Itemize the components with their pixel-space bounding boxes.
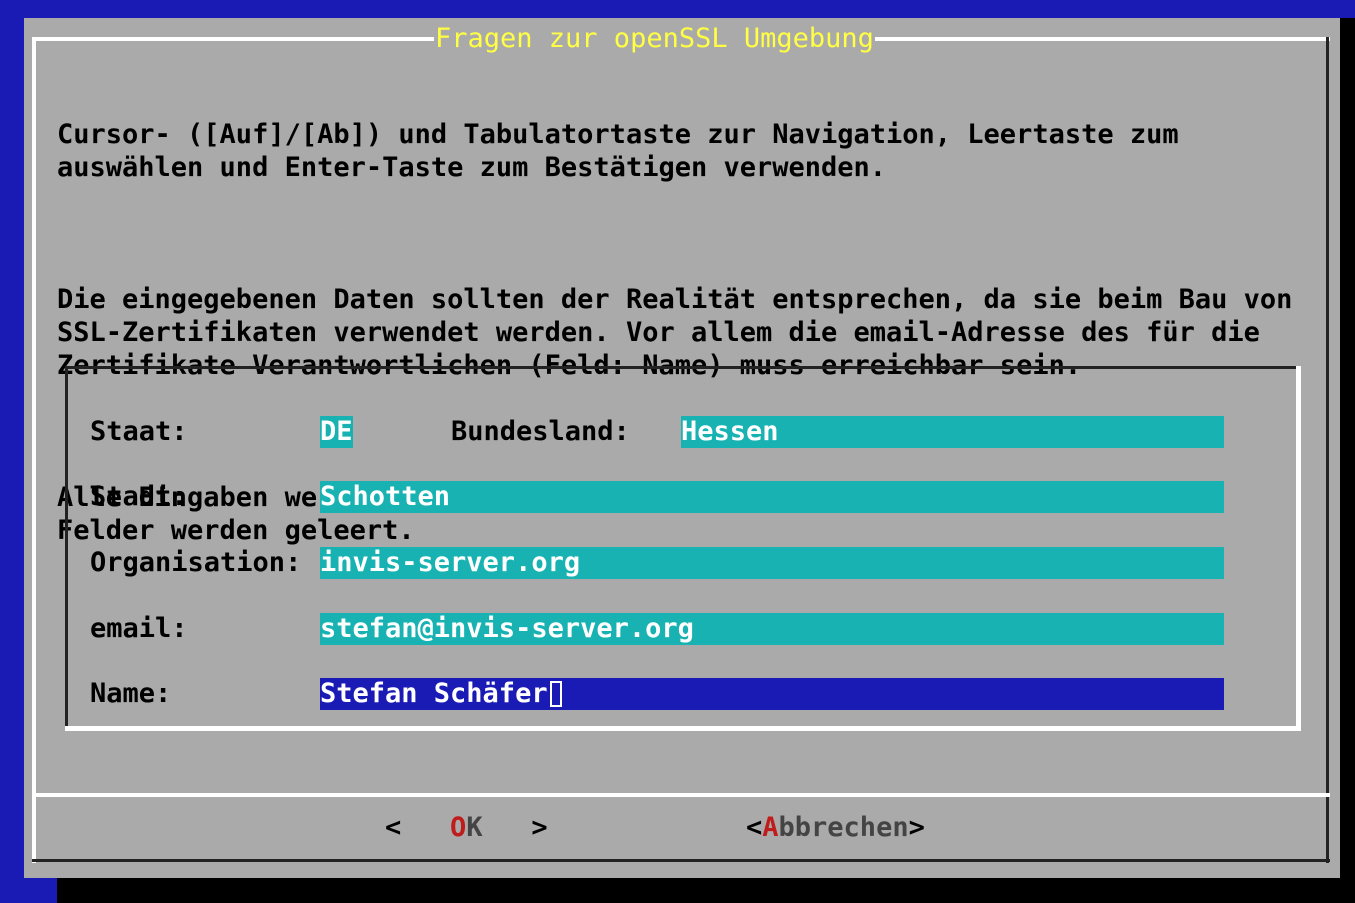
name-label: Name: <box>90 678 172 709</box>
name-input[interactable]: Stefan Schäfer <box>320 678 1224 710</box>
bundesland-input[interactable]: Hessen <box>681 416 1224 448</box>
form-box-border-top <box>65 366 1301 369</box>
name-input-value: Stefan Schäfer <box>320 678 548 709</box>
ok-button[interactable]: < OK > <box>385 811 548 845</box>
email-label: email: <box>90 613 188 644</box>
cancel-button-right-bracket: > <box>908 812 925 843</box>
cancel-button[interactable]: <Abbrechen> <box>746 811 925 845</box>
cancel-button-label: bbrechen <box>778 812 909 843</box>
ok-button-left-bracket: < <box>385 812 402 843</box>
openssl-dialog: Fragen zur openSSL Umgebung Cursor- ([Au… <box>24 18 1340 878</box>
email-input[interactable]: stefan@invis-server.org <box>320 613 1224 645</box>
bundesland-label: Bundesland: <box>451 416 630 447</box>
form-box-border-right <box>1296 366 1301 731</box>
dialog-shadow-bottom <box>57 878 1355 903</box>
ok-button-hotkey: O <box>450 812 467 843</box>
form-box-border-bottom <box>65 726 1301 731</box>
button-separator <box>32 793 1330 797</box>
organisation-label: Organisation: <box>90 547 302 578</box>
form-box-border-left <box>65 366 68 731</box>
staat-label: Staat: <box>90 416 188 447</box>
dialog-frame-right <box>1326 37 1329 863</box>
dialog-shadow-right <box>1340 18 1355 903</box>
text-cursor <box>549 681 562 707</box>
stadt-label: Stadt: <box>90 481 188 512</box>
dialog-frame-left <box>32 37 36 863</box>
dialog-frame-bottom <box>32 859 1330 862</box>
cancel-button-left-bracket: < <box>746 812 763 843</box>
dialog-title: Fragen zur openSSL Umgebung <box>434 22 875 56</box>
cancel-button-hotkey: A <box>762 812 779 843</box>
ok-button-right-bracket: > <box>531 812 548 843</box>
staat-input[interactable]: DE <box>320 416 353 448</box>
intro-navigation-hint: Cursor- ([Auf]/[Ab]) und Tabulatortaste … <box>57 119 1179 183</box>
stadt-input[interactable]: Schotten <box>320 481 1224 513</box>
ok-button-label: K <box>466 812 483 843</box>
organisation-input[interactable]: invis-server.org <box>320 547 1224 579</box>
